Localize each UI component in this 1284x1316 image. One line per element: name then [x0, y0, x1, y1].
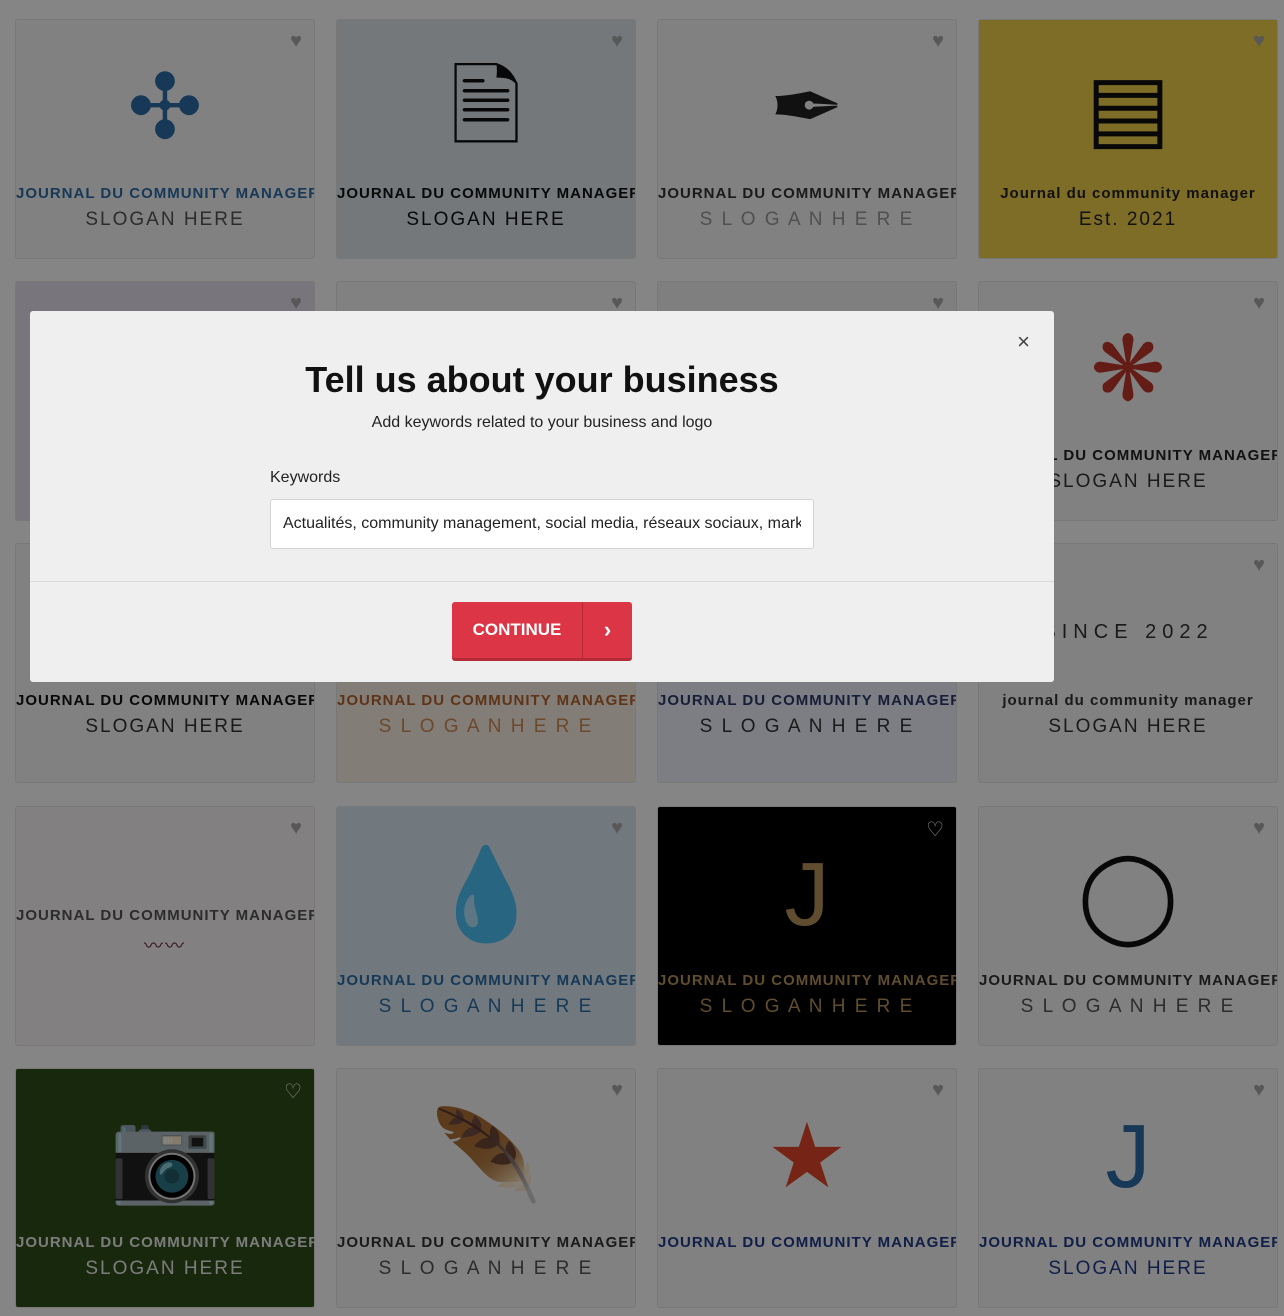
modal-title: Tell us about your business: [305, 359, 779, 400]
chevron-right-icon: ›: [603, 617, 612, 642]
keywords-input[interactable]: [270, 499, 814, 549]
divider: [30, 581, 1054, 582]
business-modal: × Tell us about your business Add keywor…: [30, 311, 1054, 682]
continue-button[interactable]: CONTINUE ›: [452, 602, 632, 661]
close-icon[interactable]: ×: [1017, 331, 1030, 353]
continue-label: CONTINUE: [452, 602, 583, 658]
modal-subtitle: Add keywords related to your business an…: [371, 414, 713, 431]
keywords-label: Keywords: [270, 469, 341, 486]
